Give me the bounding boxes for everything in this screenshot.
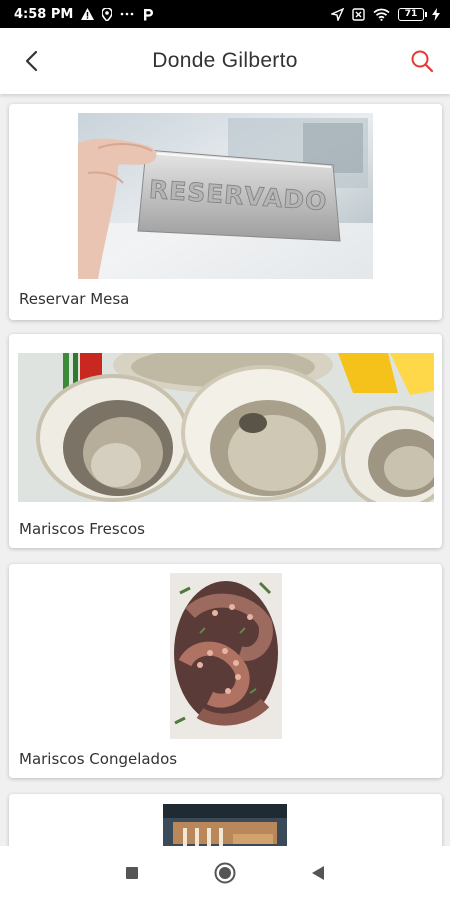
alert-icon bbox=[81, 8, 95, 20]
restaurant-image bbox=[163, 804, 287, 846]
status-right: 71 bbox=[331, 7, 440, 21]
system-nav-bar bbox=[0, 846, 450, 900]
circle-icon bbox=[214, 862, 236, 884]
recents-button[interactable] bbox=[121, 862, 143, 884]
search-button[interactable] bbox=[408, 47, 436, 75]
card-mariscos-frescos[interactable]: Mariscos Frescos bbox=[9, 334, 442, 548]
card-mariscos-congelados[interactable]: Mariscos Congelados bbox=[9, 564, 442, 778]
square-icon bbox=[126, 867, 138, 879]
card-partial[interactable] bbox=[9, 794, 442, 846]
home-button[interactable] bbox=[214, 862, 236, 884]
status-bar: 4:58 PM 71 bbox=[0, 0, 450, 28]
navigation-icon bbox=[331, 7, 344, 21]
parking-app-icon bbox=[142, 8, 154, 21]
no-sim-icon bbox=[352, 7, 365, 21]
triangle-back-icon bbox=[312, 866, 324, 880]
back-arrow-icon bbox=[25, 50, 38, 72]
battery-level: 71 bbox=[404, 9, 418, 19]
battery-icon: 71 bbox=[398, 7, 427, 21]
page-title: Donde Gilberto bbox=[152, 49, 298, 72]
oysters-image bbox=[18, 353, 434, 502]
search-icon bbox=[411, 50, 434, 73]
card-label: Reservar Mesa bbox=[19, 290, 130, 308]
location-icon bbox=[102, 7, 113, 21]
nav-back-button[interactable] bbox=[307, 862, 329, 884]
category-list: RESERVADO Reservar Mesa Mariscos Frescos… bbox=[0, 94, 450, 846]
status-time: 4:58 PM bbox=[14, 6, 74, 22]
app-header: Donde Gilberto bbox=[0, 28, 450, 94]
octopus-image bbox=[170, 573, 282, 739]
reserved-sign-image: RESERVADO bbox=[78, 113, 373, 279]
status-left: 4:58 PM bbox=[14, 7, 154, 22]
wifi-icon bbox=[373, 8, 390, 21]
card-reservar-mesa[interactable]: RESERVADO Reservar Mesa bbox=[9, 104, 442, 320]
back-button[interactable] bbox=[18, 47, 46, 75]
dots-icon bbox=[120, 12, 134, 16]
card-label: Mariscos Congelados bbox=[19, 750, 178, 768]
charging-icon bbox=[432, 7, 440, 21]
card-label: Mariscos Frescos bbox=[19, 520, 145, 538]
